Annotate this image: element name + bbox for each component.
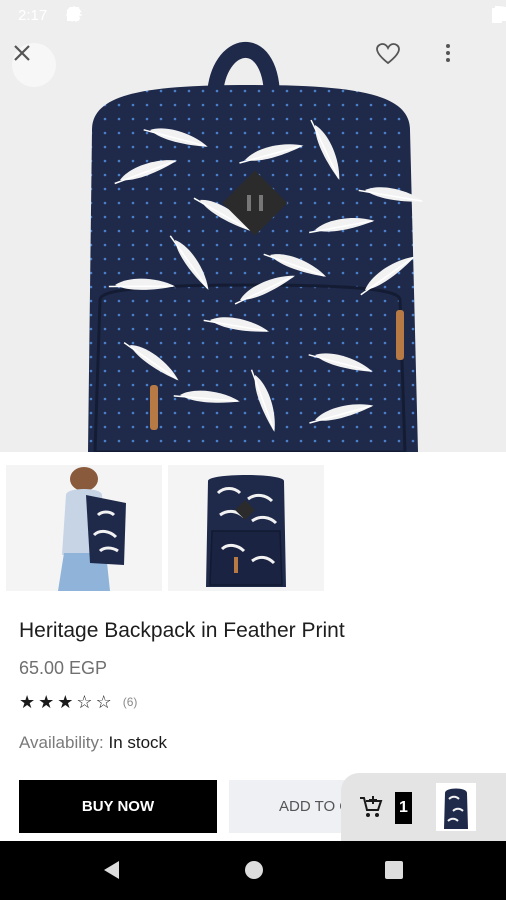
rating-count: (6) bbox=[122, 695, 138, 709]
more-options-button[interactable] bbox=[445, 43, 489, 87]
back-icon[interactable] bbox=[101, 859, 123, 881]
backpack-image bbox=[88, 42, 427, 452]
more-vert-icon bbox=[446, 44, 450, 62]
availability-label: Availability: bbox=[19, 733, 104, 752]
heart-icon bbox=[376, 43, 400, 65]
thumbnail-model[interactable] bbox=[6, 465, 162, 591]
availability: Availability: In stock bbox=[19, 733, 167, 753]
sd-card-icon bbox=[67, 7, 79, 21]
thumbnail-image bbox=[168, 465, 324, 591]
cart-item-thumbnail bbox=[436, 783, 476, 831]
home-icon[interactable] bbox=[243, 859, 265, 881]
star-filled-icon: ★ bbox=[19, 692, 36, 712]
star-empty-icon: ☆ bbox=[76, 692, 93, 712]
thumbnail-front[interactable] bbox=[168, 465, 324, 591]
product-rating[interactable]: ★ ★ ★ ☆ ☆ (6) bbox=[19, 692, 137, 712]
status-time: 2:17 bbox=[18, 7, 48, 24]
close-button[interactable] bbox=[12, 43, 56, 87]
thumbnail-image bbox=[6, 465, 162, 591]
star-filled-icon: ★ bbox=[38, 692, 55, 712]
status-bar: 2:17 bbox=[0, 0, 506, 32]
cart-item-image bbox=[444, 788, 468, 829]
favorite-button[interactable] bbox=[376, 43, 420, 87]
product-price: 65.00 EGP bbox=[19, 658, 108, 678]
battery-icon bbox=[492, 6, 502, 23]
add-cart-icon bbox=[360, 796, 383, 817]
availability-value: In stock bbox=[108, 733, 168, 752]
product-title: Heritage Backpack in Feather Print bbox=[19, 619, 345, 642]
recents-icon[interactable] bbox=[383, 859, 405, 881]
system-nav-bar bbox=[0, 841, 506, 900]
cart-widget[interactable]: 1 bbox=[341, 773, 506, 841]
close-icon bbox=[14, 45, 30, 61]
thumbnail-strip bbox=[0, 452, 506, 600]
product-hero-image[interactable]: 2:17 bbox=[0, 0, 506, 452]
star-empty-icon: ☆ bbox=[95, 692, 112, 712]
buy-now-button[interactable]: BUY NOW bbox=[19, 780, 217, 833]
star-filled-icon: ★ bbox=[57, 692, 74, 712]
cart-count-badge: 1 bbox=[395, 792, 412, 824]
